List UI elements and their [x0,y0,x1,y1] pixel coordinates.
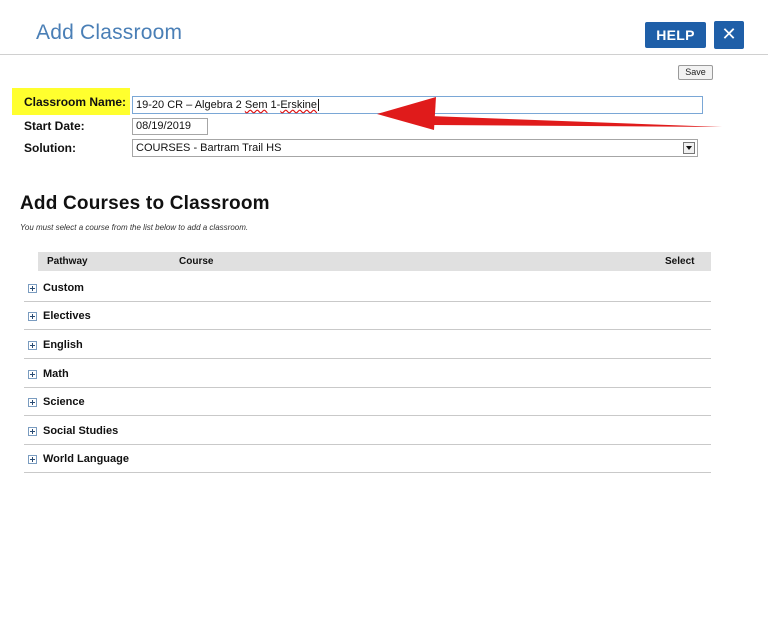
text-cursor [318,99,320,111]
plus-box-icon[interactable] [28,312,37,321]
classroom-name-value-prefix: 19-20 CR – Algebra 2 [136,99,245,111]
pathway-label: Math [43,368,69,380]
classroom-name-label: Classroom Name: [12,88,130,115]
annotation-arrow-shaft [430,116,722,127]
table-header: Pathway Course Select [38,252,711,271]
pathway-row-world-language[interactable]: World Language [24,445,711,473]
pathway-row-electives[interactable]: Electives [24,302,711,330]
start-date-input[interactable]: 08/19/2019 [132,118,208,135]
classroom-name-input[interactable]: 19-20 CR – Algebra 2 Sem 1-Erskine [132,96,703,114]
close-button[interactable]: ✕ [714,21,744,49]
pathway-label: Science [43,396,85,408]
pathway-label: World Language [43,453,129,465]
plus-box-icon[interactable] [28,427,37,436]
pathway-label: Electives [43,310,91,322]
plus-box-icon[interactable] [28,284,37,293]
classroom-name-value-mid: 1- [267,99,281,111]
pathway-label: Custom [43,282,84,294]
helper-text: You must select a course from the list b… [20,223,249,232]
pathway-row-science[interactable]: Science [24,388,711,416]
start-date-label: Start Date: [24,119,85,133]
solution-select[interactable]: COURSES - Bartram Trail HS [132,139,698,157]
close-icon: ✕ [721,24,737,45]
pathway-row-custom[interactable]: Custom [24,274,711,302]
pathway-row-math[interactable]: Math [24,360,711,388]
page-title: Add Classroom [36,21,183,44]
plus-box-icon[interactable] [28,398,37,407]
plus-box-icon[interactable] [28,455,37,464]
help-button[interactable]: HELP [645,22,706,48]
dialog-header: Add Classroom HELP ✕ [0,0,768,55]
solution-label: Solution: [24,141,76,155]
column-header-pathway: Pathway [47,256,88,267]
solution-selected-value: COURSES - Bartram Trail HS [136,142,282,154]
plus-box-icon[interactable] [28,341,37,350]
pathway-label: Social Studies [43,425,119,437]
column-header-course: Course [179,256,214,267]
pathway-row-social-studies[interactable]: Social Studies [24,417,711,445]
plus-box-icon[interactable] [28,370,37,379]
pathway-label: English [43,339,83,351]
save-button[interactable]: Save [678,65,713,80]
classroom-name-value-sem: Sem [244,99,268,111]
section-title: Add Courses to Classroom [20,193,270,214]
classroom-name-value-surname: Erskine [280,99,318,111]
chevron-down-icon[interactable] [683,142,695,154]
pathway-row-english[interactable]: English [24,331,711,359]
column-header-select: Select [665,256,695,267]
